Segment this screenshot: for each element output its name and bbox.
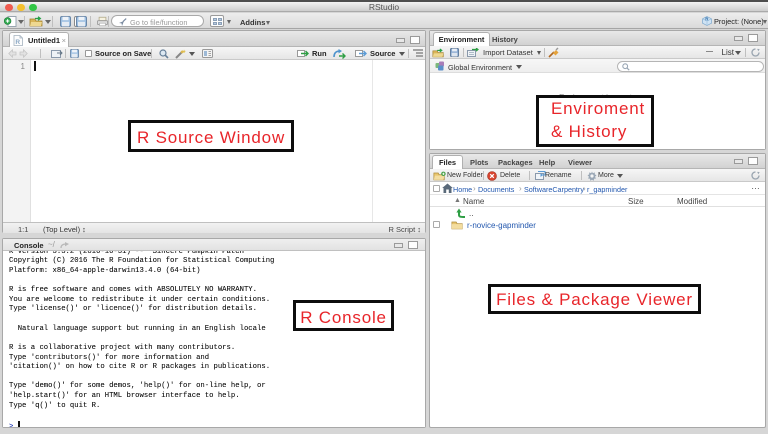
svg-text:R: R [15,39,20,46]
